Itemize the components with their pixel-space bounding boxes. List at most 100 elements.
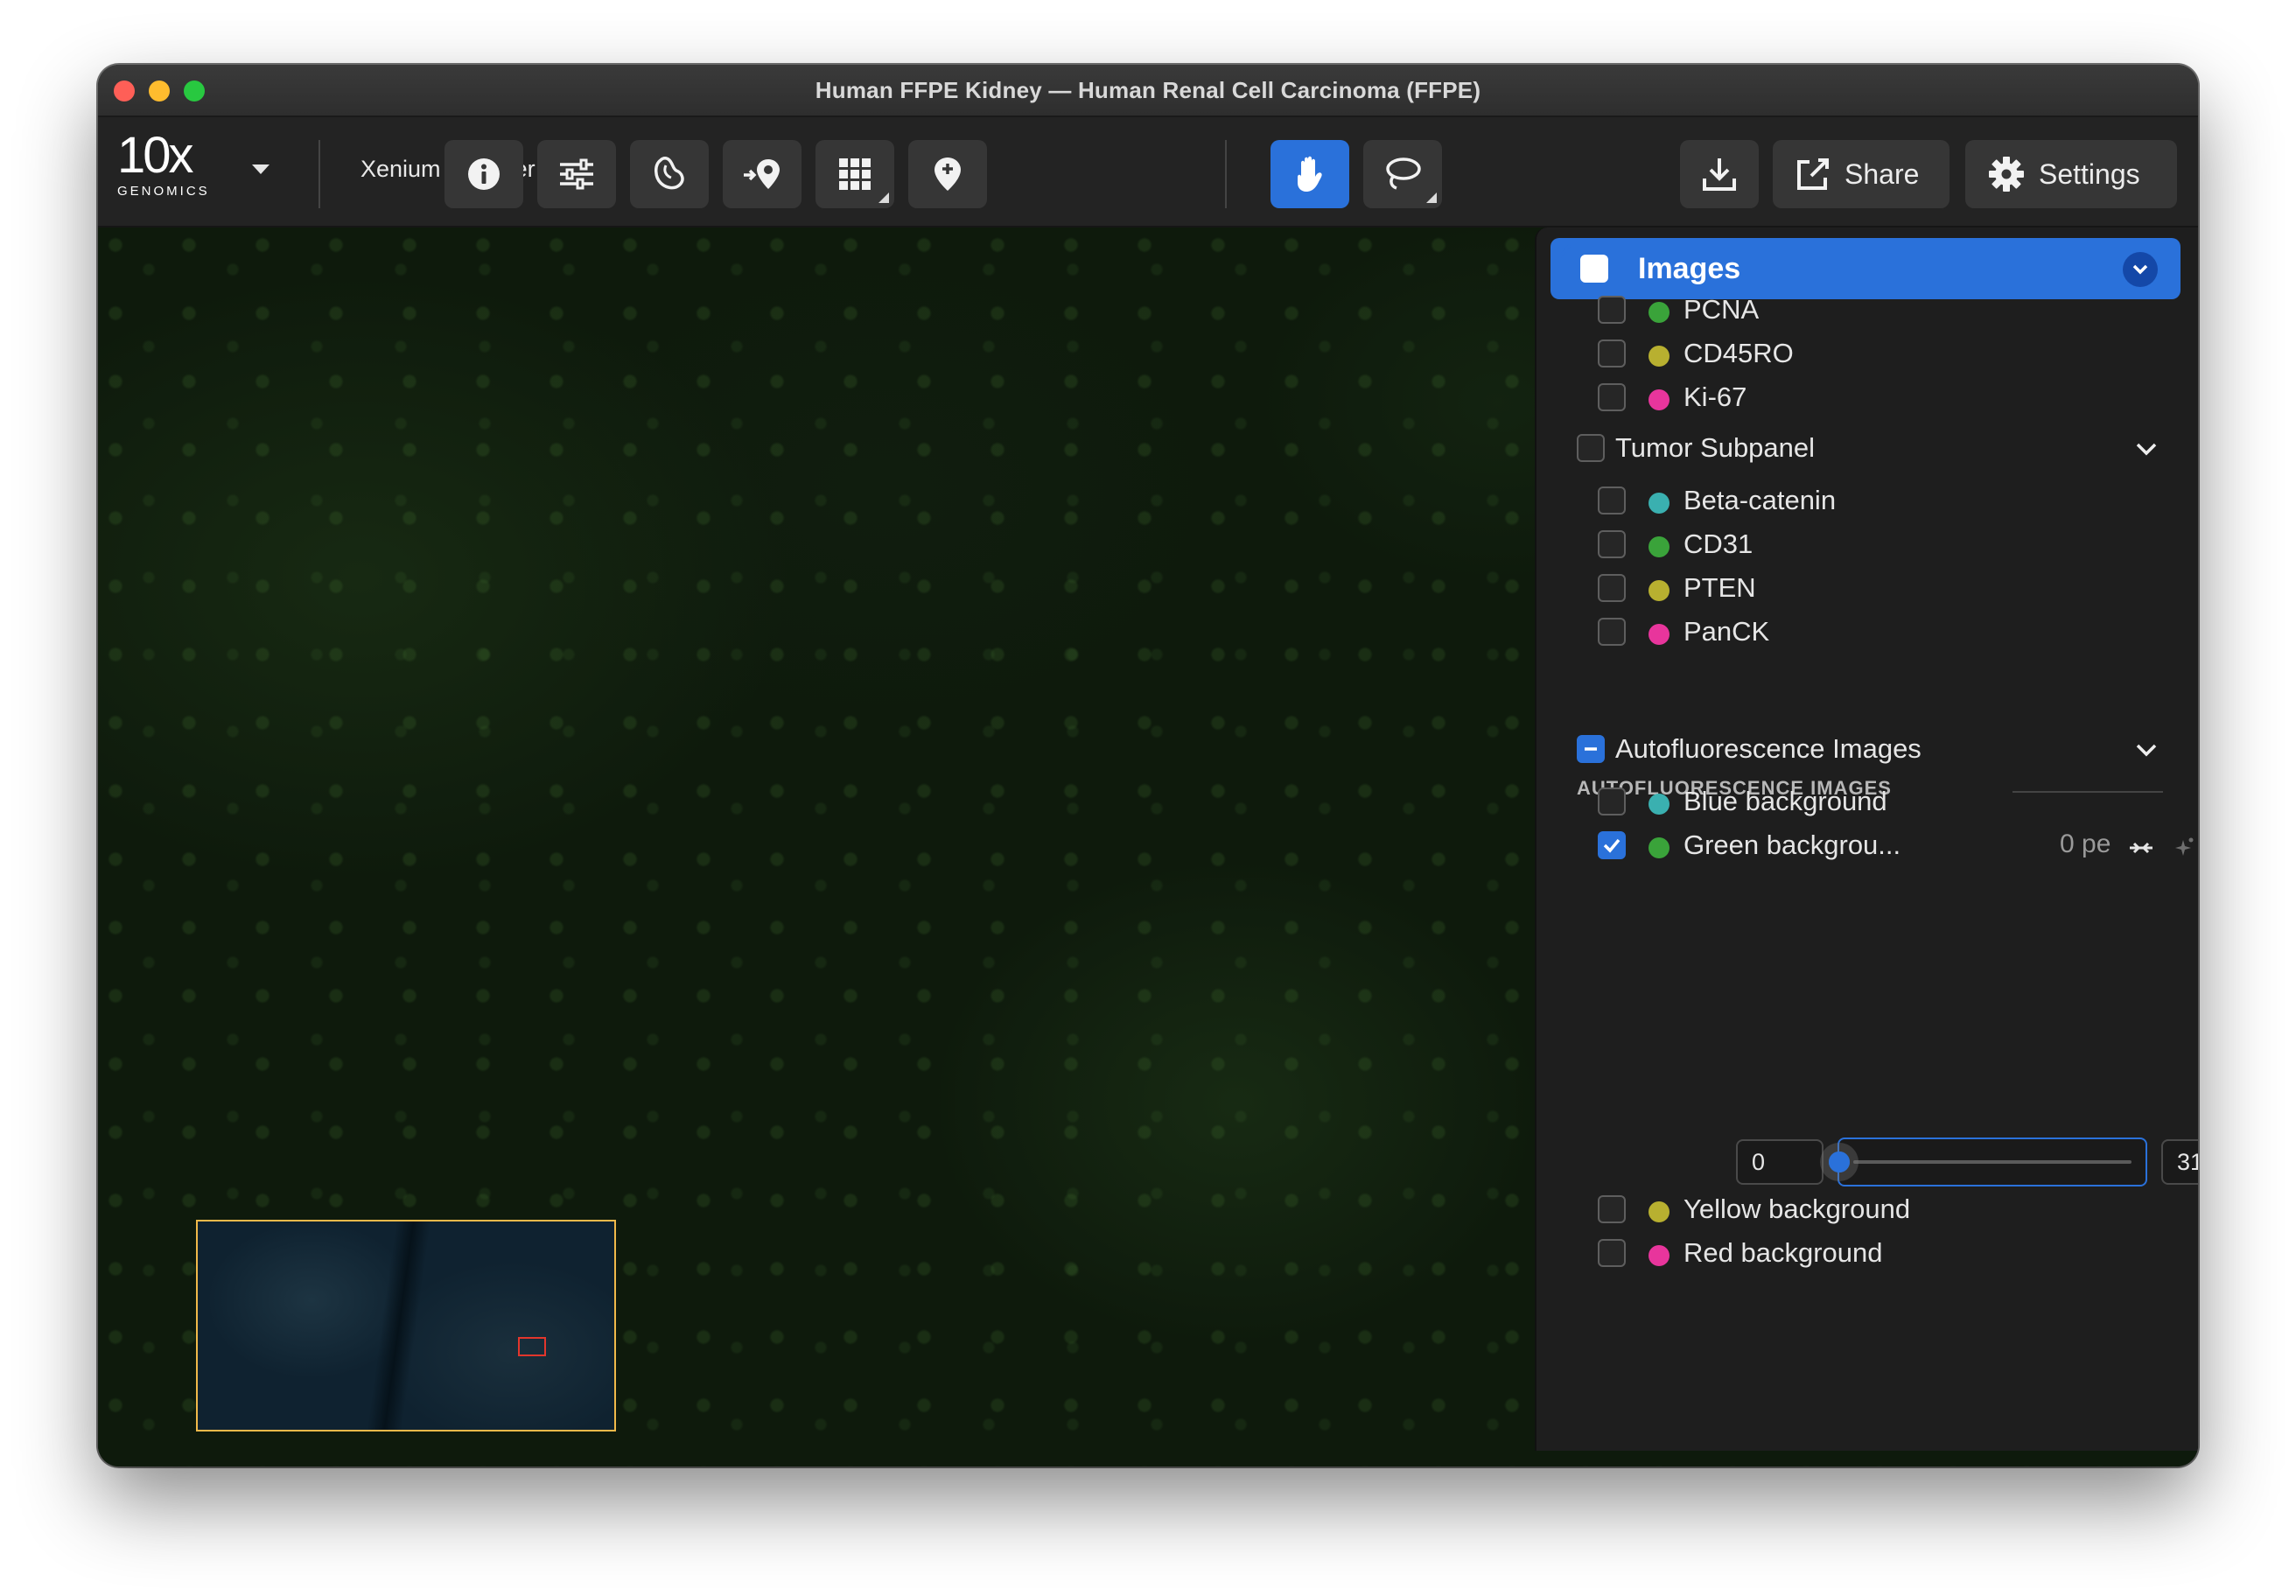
channel-row-ki67: Ki-67 [1536,378,2198,416]
channel-name: PCNA [1684,294,1760,325]
tissue-button[interactable] [630,140,709,208]
settings-button[interactable]: Settings [1965,140,2177,208]
channel-checkbox[interactable] [1598,1239,1626,1267]
gear-icon [1989,157,2024,192]
grid-button[interactable] [816,140,894,208]
minimize-window-button[interactable] [149,80,170,102]
channel-checkbox[interactable] [1598,574,1626,602]
channel-name: Red background [1684,1237,1883,1268]
channel-color-dot[interactable] [1648,580,1670,601]
channel-name: Blue background [1684,786,1887,816]
overview-minimap[interactable] [196,1220,616,1432]
channel-row-red-background: Red background [1536,1234,2198,1272]
channel-color-dot[interactable] [1648,837,1670,858]
slider-max-thumb[interactable] [1829,1152,1850,1172]
channel-row-blue-background: Blue background [1536,782,2198,821]
channel-checkbox[interactable] [1598,296,1626,324]
toolbar-divider [318,140,320,208]
title-bar: Human FFPE Kidney — Human Renal Cell Car… [98,65,2198,117]
maximize-window-button[interactable] [184,80,205,102]
fit-range-icon[interactable] [2128,835,2154,861]
group-name: Tumor Subpanel [1615,432,1816,463]
channel-checkbox[interactable] [1598,486,1626,514]
share-button[interactable]: Share [1773,140,1950,208]
share-icon [1797,158,1829,190]
app-window: Human FFPE Kidney — Human Renal Cell Car… [98,65,2198,1466]
channel-color-dot[interactable] [1648,389,1670,410]
channel-color-dot[interactable] [1648,346,1670,367]
channel-row-cd31: CD31 [1536,525,2198,564]
channel-row-panck: PanCK [1536,612,2198,651]
channel-color-dot[interactable] [1648,794,1670,815]
channel-row-cd45ro: CD45RO [1536,334,2198,373]
download-button[interactable] [1680,140,1759,208]
chevron-down-icon[interactable] [2133,436,2160,462]
channel-checkbox[interactable] [1598,831,1626,859]
window-controls [114,80,205,102]
channel-checkbox[interactable] [1598,340,1626,368]
channel-checkbox[interactable] [1598,383,1626,411]
slider-track [1853,1160,2132,1164]
share-label: Share [1844,158,1920,190]
minus-icon [1585,747,1597,751]
info-icon [468,158,500,190]
channel-checkbox[interactable] [1598,1195,1626,1223]
adjustments-button[interactable] [537,140,616,208]
lasso-tool-button[interactable] [1363,140,1442,208]
group-row-autofluorescence[interactable]: Autofluorescence Images [1536,728,2198,770]
close-window-button[interactable] [114,80,135,102]
check-icon [1554,243,1572,258]
info-button[interactable] [444,140,523,208]
tissue-icon [654,157,684,190]
pin-icon [934,158,961,191]
channel-name: PanCK [1684,616,1770,647]
images-collapse-button[interactable] [2123,252,2158,287]
images-checkbox[interactable] [1554,243,1608,283]
range-max-input[interactable]: 31 [2161,1139,2198,1185]
channel-row-pten: PTEN [1536,569,2198,607]
channel-row-yellow-background: Yellow background [1536,1190,2198,1228]
menu-corner-icon [878,192,889,203]
channel-color-dot[interactable] [1648,493,1670,514]
app-menu-caret-icon[interactable] [252,164,270,174]
minimap-viewport-box[interactable] [518,1337,546,1356]
group-checkbox-indeterminate[interactable] [1577,735,1605,763]
group-row-tumor-subpanel[interactable]: Tumor Subpanel [1536,427,2198,469]
channel-name: CD45RO [1684,338,1794,368]
layers-panel: Images PCNA CD45RO Ki-67 Tumor Subpanel [1535,228,2198,1451]
channel-color-dot[interactable] [1648,1201,1670,1222]
channel-name: Green backgrou... [1684,830,1901,860]
channel-extra-text: 0 pe [2060,830,2111,858]
add-location-icon [744,159,780,189]
channel-checkbox[interactable] [1598,788,1626,816]
add-location-button[interactable] [723,140,802,208]
channel-checkbox[interactable] [1598,618,1626,646]
check-icon [1603,838,1620,853]
menu-corner-icon [1426,192,1437,203]
channel-name: Yellow background [1684,1194,1911,1224]
channel-name: Beta-catenin [1684,485,1837,515]
grid-icon [839,158,871,190]
window-title: Human FFPE Kidney — Human Renal Cell Car… [815,76,1481,103]
channel-row-pcna: PCNA [1536,290,2198,329]
company-logo[interactable]: 10x GENOMICS [117,130,214,214]
channel-color-dot[interactable] [1648,624,1670,645]
toolbar-divider [1225,140,1227,208]
group-checkbox[interactable] [1577,434,1605,462]
channel-color-dot[interactable] [1648,1245,1670,1266]
download-icon [1703,158,1736,191]
channel-checkbox[interactable] [1598,530,1626,558]
channel-row-beta-catenin: Beta-catenin [1536,481,2198,520]
lasso-icon [1386,158,1421,190]
images-label: Images [1638,251,1741,285]
channel-color-dot[interactable] [1648,302,1670,323]
pan-tool-button[interactable] [1270,140,1349,208]
pin-button[interactable] [908,140,987,208]
logo-subtitle: GENOMICS [117,184,210,199]
intensity-range-slider[interactable] [1829,1138,2147,1186]
chevron-down-icon[interactable] [2133,737,2160,763]
chevron-down-icon [2132,264,2148,275]
channel-color-dot[interactable] [1648,536,1670,557]
sparkle-icon[interactable] [2170,835,2196,861]
range-min-input[interactable]: 0 [1736,1139,1824,1185]
